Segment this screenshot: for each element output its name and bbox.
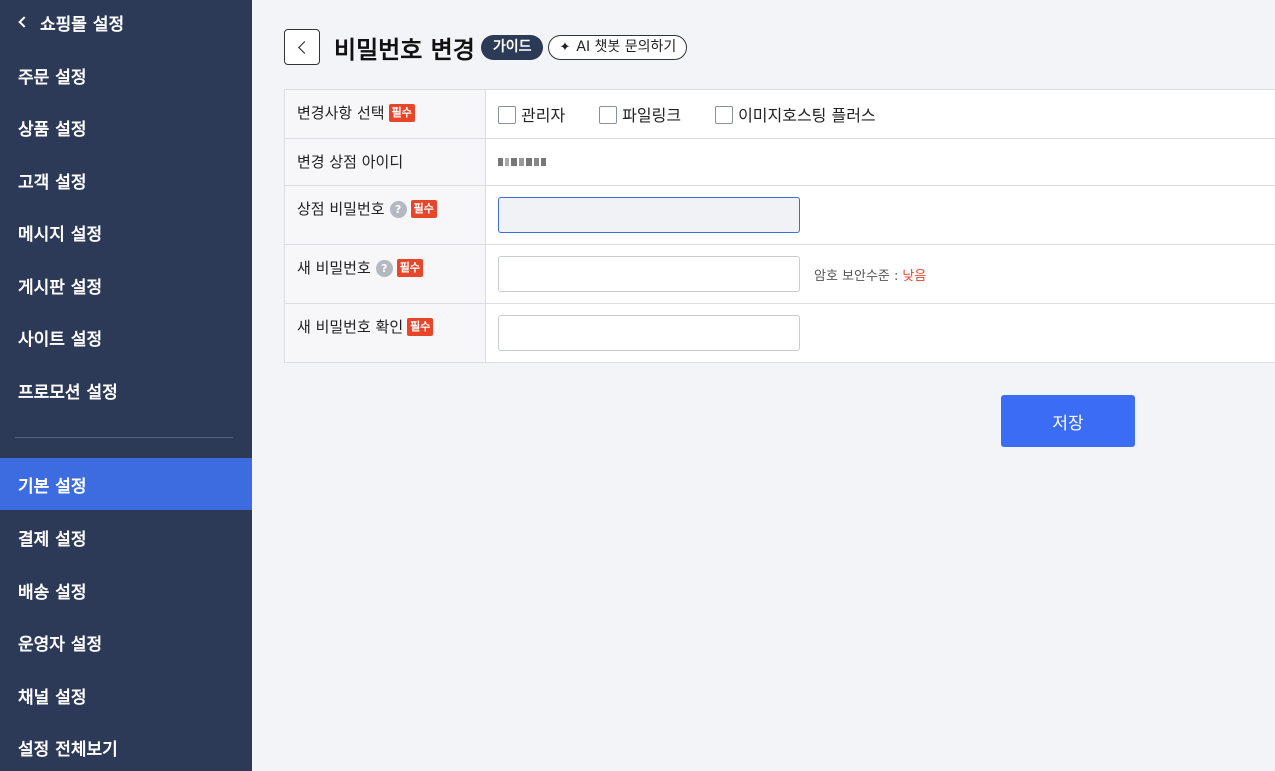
row-shop-password: 상점 비밀번호 ? 필수 <box>284 186 1275 245</box>
row-shop-id: 변경 상점 아이디 <box>284 139 1275 186</box>
checkbox-box[interactable] <box>715 106 734 124</box>
row-confirm-password: 새 비밀번호 확인 필수 <box>284 304 1275 363</box>
sidebar-item-channel[interactable]: 채널 설정 <box>0 669 252 721</box>
page-header: 비밀번호 변경 가이드 ✦ AI 챗봇 문의하기 <box>284 29 688 65</box>
row-new-password: 새 비밀번호 ? 필수 암호 보안수준 : 낮음 <box>284 245 1275 304</box>
required-badge: 필수 <box>396 259 424 277</box>
sidebar-item-promotion[interactable]: 프로모션 설정 <box>0 364 252 416</box>
password-change-form: 변경사항 선택 필수 관리자 파일링크 이미지호스팅 플러스 변경 상점 아이디 <box>284 89 1275 363</box>
password-strength-value: 낮음 <box>902 268 927 284</box>
new-password-input[interactable] <box>498 256 800 292</box>
ai-chatbot-button[interactable]: ✦ AI 챗봇 문의하기 <box>548 34 688 60</box>
sidebar-item-order[interactable]: 주문 설정 <box>0 49 252 101</box>
sidebar-item-all-settings[interactable]: 설정 전체보기 <box>0 721 252 771</box>
label-shop-password: 상점 비밀번호 ? 필수 <box>284 186 486 244</box>
save-button[interactable]: 저장 <box>1001 395 1135 447</box>
checkbox-image-hosting-plus[interactable]: 이미지호스팅 플러스 <box>715 102 876 126</box>
label-shop-id: 변경 상점 아이디 <box>284 139 486 185</box>
confirm-password-input[interactable] <box>498 315 800 351</box>
required-badge: 필수 <box>388 104 415 122</box>
label-new-password: 새 비밀번호 ? 필수 <box>284 245 486 303</box>
sidebar-item-shipping[interactable]: 배송 설정 <box>0 564 252 616</box>
checkbox-file-link[interactable]: 파일링크 <box>599 102 681 126</box>
password-strength: 암호 보안수준 : 낮음 <box>814 268 927 284</box>
sparkle-icon: ✦ <box>559 39 571 55</box>
label-confirm-password: 새 비밀번호 확인 필수 <box>284 304 486 362</box>
ai-chatbot-label: AI 챗봇 문의하기 <box>576 38 677 55</box>
sidebar-header-label: 쇼핑몰 설정 <box>40 14 125 35</box>
sidebar-item-basic[interactable]: 기본 설정 <box>0 458 252 510</box>
chevron-left-icon <box>297 40 311 54</box>
checkbox-admin[interactable]: 관리자 <box>498 102 565 126</box>
sidebar-item-customer[interactable]: 고객 설정 <box>0 154 252 206</box>
required-badge: 필수 <box>410 200 437 218</box>
sidebar-item-message[interactable]: 메시지 설정 <box>0 206 252 258</box>
sidebar-back-header[interactable]: 쇼핑몰 설정 <box>18 8 124 36</box>
shop-password-input[interactable] <box>498 197 800 233</box>
page-title: 비밀번호 변경 <box>334 35 475 64</box>
sidebar-item-operator[interactable]: 운영자 설정 <box>0 616 252 668</box>
masked-shop-id <box>498 158 548 166</box>
help-icon[interactable]: ? <box>389 201 407 218</box>
sidebar-item-product[interactable]: 상품 설정 <box>0 101 252 153</box>
sidebar: 쇼핑몰 설정 주문 설정 상품 설정 고객 설정 메시지 설정 게시판 설정 사… <box>0 0 252 771</box>
row-change-target: 변경사항 선택 필수 관리자 파일링크 이미지호스팅 플러스 <box>284 90 1275 139</box>
sidebar-item-payment[interactable]: 결제 설정 <box>0 511 252 563</box>
chevron-left-icon <box>18 16 30 28</box>
sidebar-item-site[interactable]: 사이트 설정 <box>0 311 252 363</box>
label-change-target: 변경사항 선택 필수 <box>284 90 486 138</box>
back-button[interactable] <box>284 29 320 65</box>
checkbox-box[interactable] <box>599 106 618 124</box>
guide-button[interactable]: 가이드 <box>480 34 544 60</box>
help-icon[interactable]: ? <box>375 260 393 277</box>
sidebar-divider <box>15 437 233 438</box>
checkbox-box[interactable] <box>498 106 516 124</box>
required-badge: 필수 <box>407 318 434 336</box>
sidebar-item-board[interactable]: 게시판 설정 <box>0 259 252 311</box>
